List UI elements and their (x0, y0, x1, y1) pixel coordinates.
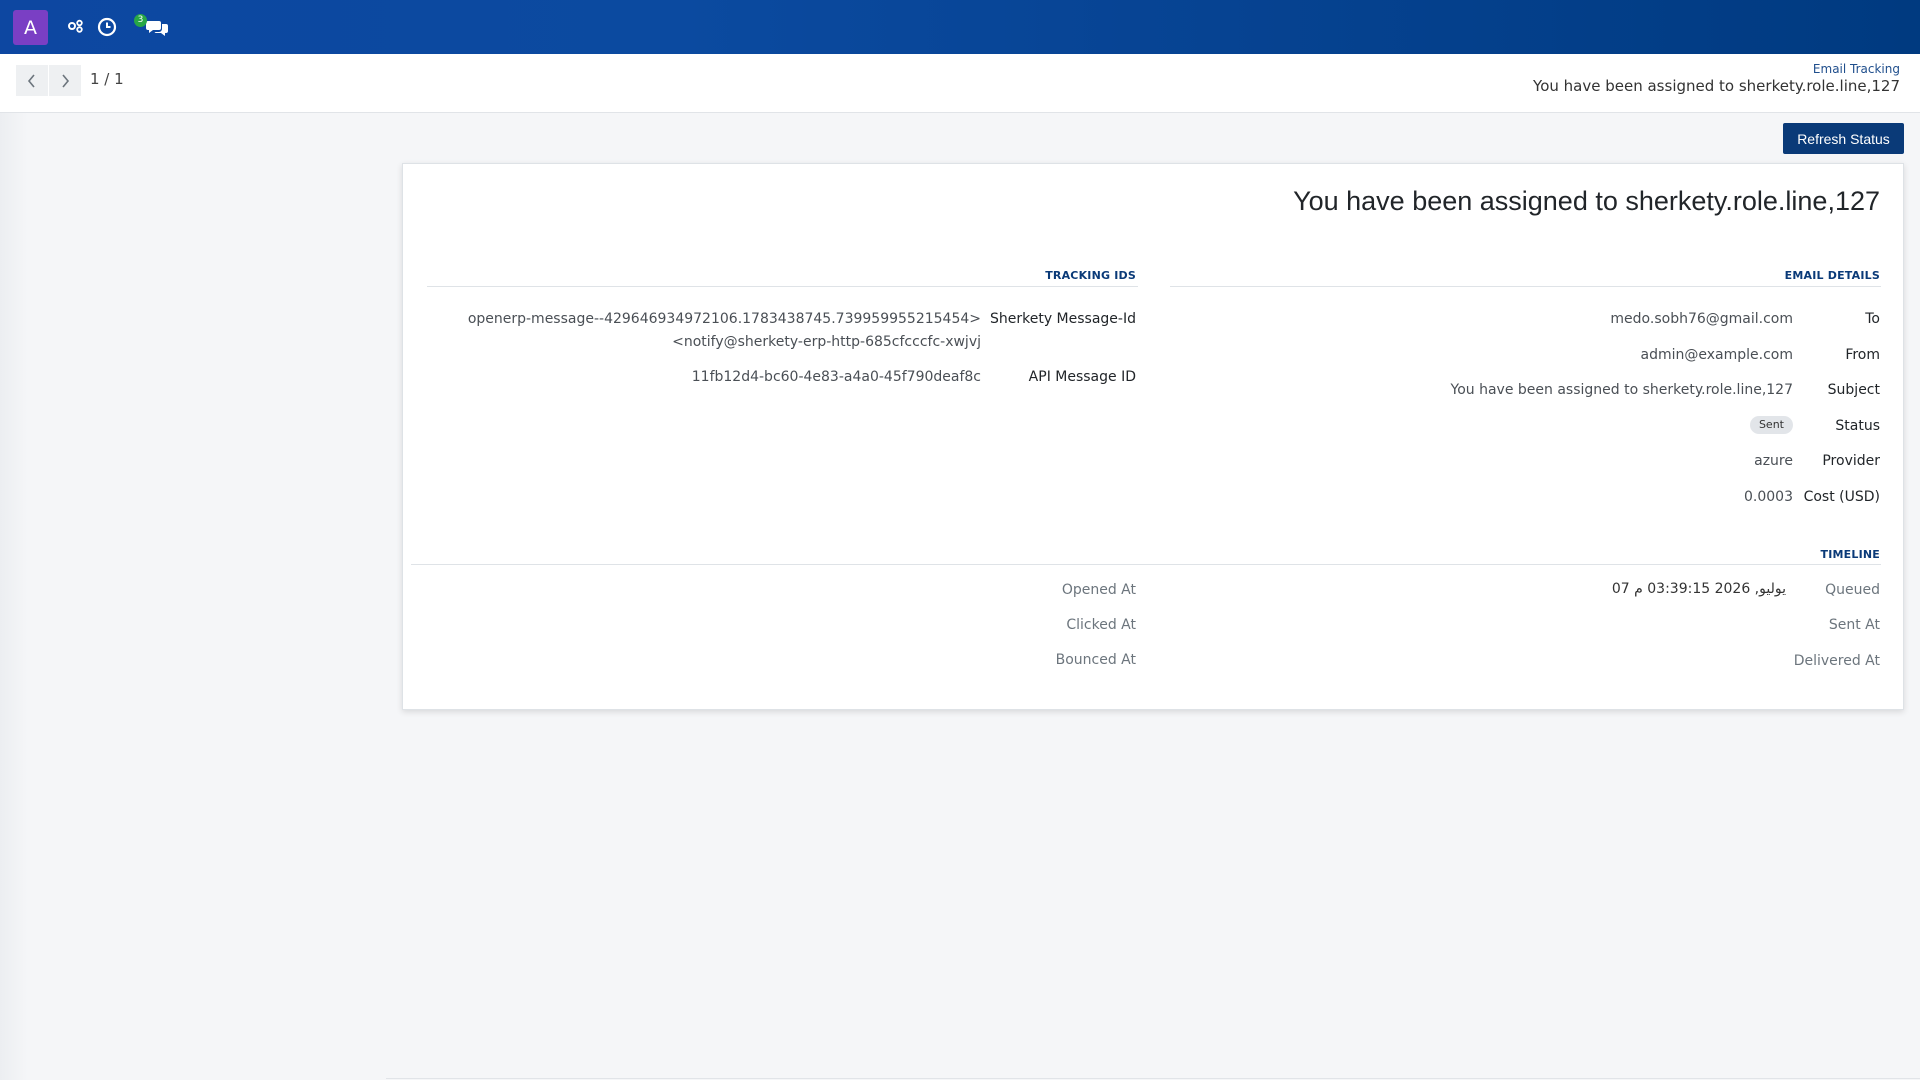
message-id-label: Sherkety Message-Id (989, 311, 1136, 327)
to-value: medo.sobh76@gmail.com (1610, 311, 1793, 327)
chevron-left-icon (27, 73, 35, 88)
subject-value: You have been assigned to sherkety.role.… (1450, 382, 1793, 398)
to-label: To (1865, 311, 1880, 327)
breadcrumb-parent[interactable]: Email Tracking (1813, 62, 1900, 76)
clicked-at-label: Clicked At (1066, 617, 1136, 633)
top-navbar: A 3 (0, 0, 1920, 54)
delivered-at-label: Delivered At (1793, 653, 1880, 669)
queued-value: 07 يوليو, 2026 03:39:15 م (1611, 581, 1786, 597)
message-id-value-line2: <notify@sherkety-erp-http-685cfcccfc-xwj… (672, 334, 981, 350)
subject-label: Subject (1827, 382, 1880, 398)
app-avatar[interactable]: A (13, 10, 48, 45)
pager-next-button[interactable] (49, 65, 81, 96)
tracking-ids-heading: TRACKING IDS (1045, 269, 1136, 282)
sent-at-label: Sent At (1828, 617, 1880, 633)
message-id-value-line1: openerp-message--429646934972106.1783438… (467, 311, 981, 327)
from-label: From (1845, 347, 1880, 363)
timeline-heading: TIMELINE (1820, 548, 1880, 561)
queued-label: Queued (1825, 582, 1880, 598)
control-panel: 1 / 1 Email Tracking You have been assig… (0, 54, 1920, 113)
chat-icon[interactable] (146, 17, 170, 37)
form-sheet: You have been assigned to sherkety.role.… (402, 163, 1904, 710)
cost-value: 0.0003 (1744, 489, 1793, 505)
chat-badge: 3 (134, 14, 147, 27)
provider-label: Provider (1822, 453, 1880, 469)
email-details-heading: EMAIL DETAILS (1784, 269, 1880, 282)
pager-value[interactable]: 1 / 1 (90, 70, 124, 88)
timeline-divider (411, 564, 1881, 565)
tracking-ids-divider (427, 286, 1138, 287)
pager-previous-button[interactable] (16, 65, 48, 96)
bounced-at-label: Bounced At (1055, 652, 1136, 668)
clock-icon[interactable] (97, 17, 117, 37)
refresh-status-button[interactable]: Refresh Status (1783, 123, 1904, 154)
api-message-id-label: API Message ID (1028, 369, 1136, 385)
record-title: You have been assigned to sherkety.role.… (1293, 186, 1880, 216)
bottom-divider (386, 1078, 1920, 1079)
from-value: admin@example.com (1640, 347, 1793, 363)
left-margin (0, 113, 28, 1080)
status-label: Status (1835, 418, 1880, 434)
users-gear-icon[interactable] (66, 17, 86, 37)
status-badge: Sent (1749, 416, 1793, 434)
breadcrumb-current: You have been assigned to sherkety.role.… (1533, 77, 1900, 95)
email-details-divider (1170, 286, 1881, 287)
api-message-id-value: 11fb12d4-bc60-4e83-a4a0-45f790deaf8c (691, 369, 981, 385)
cost-label: Cost (USD) (1803, 489, 1880, 505)
chevron-right-icon (62, 73, 70, 88)
opened-at-label: Opened At (1061, 582, 1136, 598)
provider-value: azure (1754, 453, 1793, 469)
